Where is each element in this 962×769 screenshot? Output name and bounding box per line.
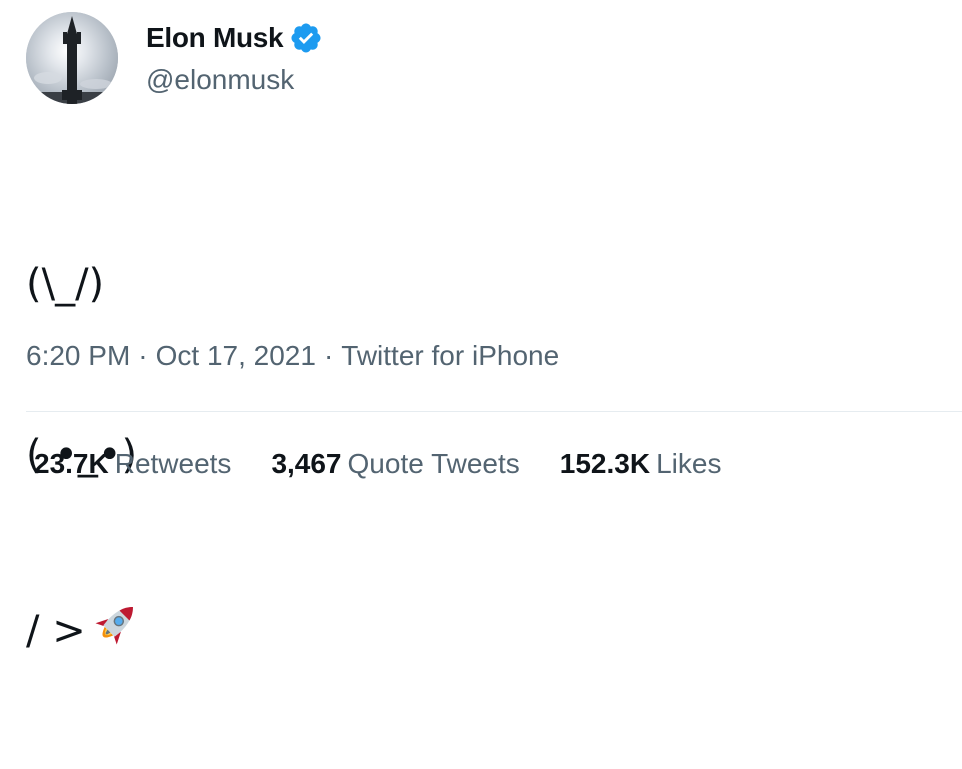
display-name[interactable]: Elon Musk <box>146 22 284 54</box>
tweet-meta: 6:20 PM · Oct 17, 2021 · Twitter for iPh… <box>26 340 559 372</box>
quote-tweets-label: Quote Tweets <box>347 448 520 479</box>
rocket-icon <box>90 598 142 650</box>
divider <box>26 411 962 412</box>
name-row: Elon Musk <box>146 20 323 56</box>
likes-count: 152.3K <box>559 448 651 479</box>
verified-badge-icon <box>289 21 323 55</box>
tweet-line-1: (\_/) <box>26 261 105 307</box>
handle[interactable]: @elonmusk <box>146 64 323 96</box>
quote-tweets-count: 3,467 <box>271 448 342 479</box>
tweet-date[interactable]: Oct 17, 2021 <box>156 340 316 372</box>
meta-separator-2: · <box>323 340 334 371</box>
retweets-count: 23.7K <box>34 448 109 479</box>
retweets-stat[interactable]: 23.7K Retweets <box>34 448 231 480</box>
starship-avatar-image <box>26 12 118 104</box>
quote-tweets-stat[interactable]: 3,467 Quote Tweets <box>271 448 519 480</box>
tweet-stats: 23.7K Retweets 3,467 Quote Tweets 152.3K Li… <box>34 448 761 480</box>
tweet: Elon Musk @elonmusk (\_/) ( •_•) / > 6:2… <box>0 0 962 654</box>
author-names: Elon Musk @elonmusk <box>146 20 323 96</box>
tweet-line-3: / > <box>26 598 142 655</box>
tweet-line-3-text: / > <box>26 608 86 654</box>
tweet-header: Elon Musk @elonmusk <box>26 12 323 104</box>
meta-separator-1: · <box>138 340 148 371</box>
avatar[interactable] <box>26 12 118 104</box>
likes-label: Likes <box>656 448 722 479</box>
tweet-source-link[interactable]: Twitter for iPhone <box>341 340 559 372</box>
tweet-time[interactable]: 6:20 PM <box>26 340 130 372</box>
likes-stat[interactable]: 152.3K Likes <box>560 448 722 480</box>
retweets-label: Retweets <box>114 448 232 479</box>
